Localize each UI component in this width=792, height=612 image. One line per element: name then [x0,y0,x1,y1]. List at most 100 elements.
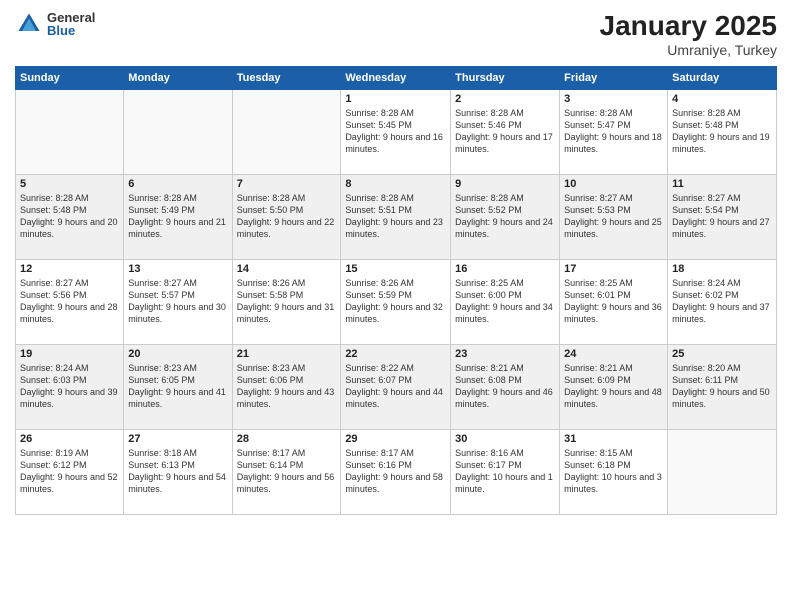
sunset-text: Sunset: 6:06 PM [237,374,337,386]
sunset-text: Sunset: 5:48 PM [20,204,119,216]
cell-info: Sunrise: 8:21 AM Sunset: 6:08 PM Dayligh… [455,362,555,411]
sunrise-text: Sunrise: 8:21 AM [455,362,555,374]
sunrise-text: Sunrise: 8:26 AM [345,277,446,289]
sunrise-text: Sunrise: 8:27 AM [20,277,119,289]
cell-info: Sunrise: 8:27 AM Sunset: 5:57 PM Dayligh… [128,277,227,326]
calendar-cell: 29 Sunrise: 8:17 AM Sunset: 6:16 PM Dayl… [341,430,451,515]
sunset-text: Sunset: 5:49 PM [128,204,227,216]
cell-info: Sunrise: 8:24 AM Sunset: 6:02 PM Dayligh… [672,277,772,326]
calendar-cell: 26 Sunrise: 8:19 AM Sunset: 6:12 PM Dayl… [16,430,124,515]
header-tuesday: Tuesday [232,67,341,90]
sunrise-text: Sunrise: 8:27 AM [128,277,227,289]
day-number: 12 [20,263,119,275]
calendar-cell: 22 Sunrise: 8:22 AM Sunset: 6:07 PM Dayl… [341,345,451,430]
calendar-cell: 28 Sunrise: 8:17 AM Sunset: 6:14 PM Dayl… [232,430,341,515]
sunrise-text: Sunrise: 8:17 AM [345,447,446,459]
daylight-text: Daylight: 9 hours and 44 minutes. [345,386,446,410]
cell-info: Sunrise: 8:27 AM Sunset: 5:53 PM Dayligh… [564,192,663,241]
sunrise-text: Sunrise: 8:23 AM [237,362,337,374]
calendar-cell: 4 Sunrise: 8:28 AM Sunset: 5:48 PM Dayli… [668,90,777,175]
sunrise-text: Sunrise: 8:27 AM [564,192,663,204]
sunset-text: Sunset: 6:17 PM [455,459,555,471]
logo: General Blue [15,10,95,38]
daylight-text: Daylight: 9 hours and 54 minutes. [128,471,227,495]
cell-info: Sunrise: 8:16 AM Sunset: 6:17 PM Dayligh… [455,447,555,496]
logo-blue: Blue [47,24,95,37]
day-number: 21 [237,348,337,360]
day-number: 16 [455,263,555,275]
cell-info: Sunrise: 8:28 AM Sunset: 5:51 PM Dayligh… [345,192,446,241]
calendar-cell [668,430,777,515]
sunrise-text: Sunrise: 8:25 AM [564,277,663,289]
calendar-cell: 23 Sunrise: 8:21 AM Sunset: 6:08 PM Dayl… [451,345,560,430]
calendar-cell: 14 Sunrise: 8:26 AM Sunset: 5:58 PM Dayl… [232,260,341,345]
cell-info: Sunrise: 8:26 AM Sunset: 5:59 PM Dayligh… [345,277,446,326]
sunset-text: Sunset: 5:58 PM [237,289,337,301]
daylight-text: Daylight: 9 hours and 24 minutes. [455,216,555,240]
daylight-text: Daylight: 10 hours and 1 minute. [455,471,555,495]
daylight-text: Daylight: 9 hours and 25 minutes. [564,216,663,240]
calendar-cell: 5 Sunrise: 8:28 AM Sunset: 5:48 PM Dayli… [16,175,124,260]
cell-info: Sunrise: 8:28 AM Sunset: 5:52 PM Dayligh… [455,192,555,241]
cell-info: Sunrise: 8:23 AM Sunset: 6:06 PM Dayligh… [237,362,337,411]
calendar-cell: 21 Sunrise: 8:23 AM Sunset: 6:06 PM Dayl… [232,345,341,430]
sunset-text: Sunset: 5:56 PM [20,289,119,301]
header-sunday: Sunday [16,67,124,90]
daylight-text: Daylight: 9 hours and 23 minutes. [345,216,446,240]
sunset-text: Sunset: 6:16 PM [345,459,446,471]
sunset-text: Sunset: 6:08 PM [455,374,555,386]
calendar-cell: 19 Sunrise: 8:24 AM Sunset: 6:03 PM Dayl… [16,345,124,430]
cell-info: Sunrise: 8:17 AM Sunset: 6:14 PM Dayligh… [237,447,337,496]
sunrise-text: Sunrise: 8:18 AM [128,447,227,459]
daylight-text: Daylight: 9 hours and 41 minutes. [128,386,227,410]
daylight-text: Daylight: 9 hours and 32 minutes. [345,301,446,325]
sunrise-text: Sunrise: 8:20 AM [672,362,772,374]
calendar-week-row: 1 Sunrise: 8:28 AM Sunset: 5:45 PM Dayli… [16,90,777,175]
daylight-text: Daylight: 10 hours and 3 minutes. [564,471,663,495]
daylight-text: Daylight: 9 hours and 52 minutes. [20,471,119,495]
day-number: 4 [672,93,772,105]
sunset-text: Sunset: 5:48 PM [672,119,772,131]
calendar-cell: 30 Sunrise: 8:16 AM Sunset: 6:17 PM Dayl… [451,430,560,515]
header-wednesday: Wednesday [341,67,451,90]
daylight-text: Daylight: 9 hours and 37 minutes. [672,301,772,325]
cell-info: Sunrise: 8:28 AM Sunset: 5:48 PM Dayligh… [20,192,119,241]
page-header: General Blue January 2025 Umraniye, Turk… [15,10,777,58]
calendar-cell: 6 Sunrise: 8:28 AM Sunset: 5:49 PM Dayli… [124,175,232,260]
calendar-cell: 12 Sunrise: 8:27 AM Sunset: 5:56 PM Dayl… [16,260,124,345]
day-number: 15 [345,263,446,275]
sunset-text: Sunset: 5:47 PM [564,119,663,131]
cell-info: Sunrise: 8:20 AM Sunset: 6:11 PM Dayligh… [672,362,772,411]
cell-info: Sunrise: 8:27 AM Sunset: 5:56 PM Dayligh… [20,277,119,326]
cell-info: Sunrise: 8:24 AM Sunset: 6:03 PM Dayligh… [20,362,119,411]
sunrise-text: Sunrise: 8:28 AM [237,192,337,204]
daylight-text: Daylight: 9 hours and 17 minutes. [455,131,555,155]
calendar-week-row: 5 Sunrise: 8:28 AM Sunset: 5:48 PM Dayli… [16,175,777,260]
daylight-text: Daylight: 9 hours and 58 minutes. [345,471,446,495]
daylight-text: Daylight: 9 hours and 31 minutes. [237,301,337,325]
sunset-text: Sunset: 6:18 PM [564,459,663,471]
calendar-cell [124,90,232,175]
sunset-text: Sunset: 6:01 PM [564,289,663,301]
daylight-text: Daylight: 9 hours and 18 minutes. [564,131,663,155]
calendar-cell: 11 Sunrise: 8:27 AM Sunset: 5:54 PM Dayl… [668,175,777,260]
sunrise-text: Sunrise: 8:27 AM [672,192,772,204]
day-number: 23 [455,348,555,360]
day-number: 5 [20,178,119,190]
cell-info: Sunrise: 8:19 AM Sunset: 6:12 PM Dayligh… [20,447,119,496]
sunrise-text: Sunrise: 8:28 AM [672,107,772,119]
logo-text: General Blue [47,11,95,37]
sunrise-text: Sunrise: 8:21 AM [564,362,663,374]
calendar-week-row: 19 Sunrise: 8:24 AM Sunset: 6:03 PM Dayl… [16,345,777,430]
cell-info: Sunrise: 8:28 AM Sunset: 5:46 PM Dayligh… [455,107,555,156]
daylight-text: Daylight: 9 hours and 50 minutes. [672,386,772,410]
day-number: 3 [564,93,663,105]
sunrise-text: Sunrise: 8:22 AM [345,362,446,374]
cell-info: Sunrise: 8:18 AM Sunset: 6:13 PM Dayligh… [128,447,227,496]
daylight-text: Daylight: 9 hours and 46 minutes. [455,386,555,410]
calendar-cell: 25 Sunrise: 8:20 AM Sunset: 6:11 PM Dayl… [668,345,777,430]
daylight-text: Daylight: 9 hours and 20 minutes. [20,216,119,240]
daylight-text: Daylight: 9 hours and 34 minutes. [455,301,555,325]
header-friday: Friday [560,67,668,90]
day-number: 29 [345,433,446,445]
